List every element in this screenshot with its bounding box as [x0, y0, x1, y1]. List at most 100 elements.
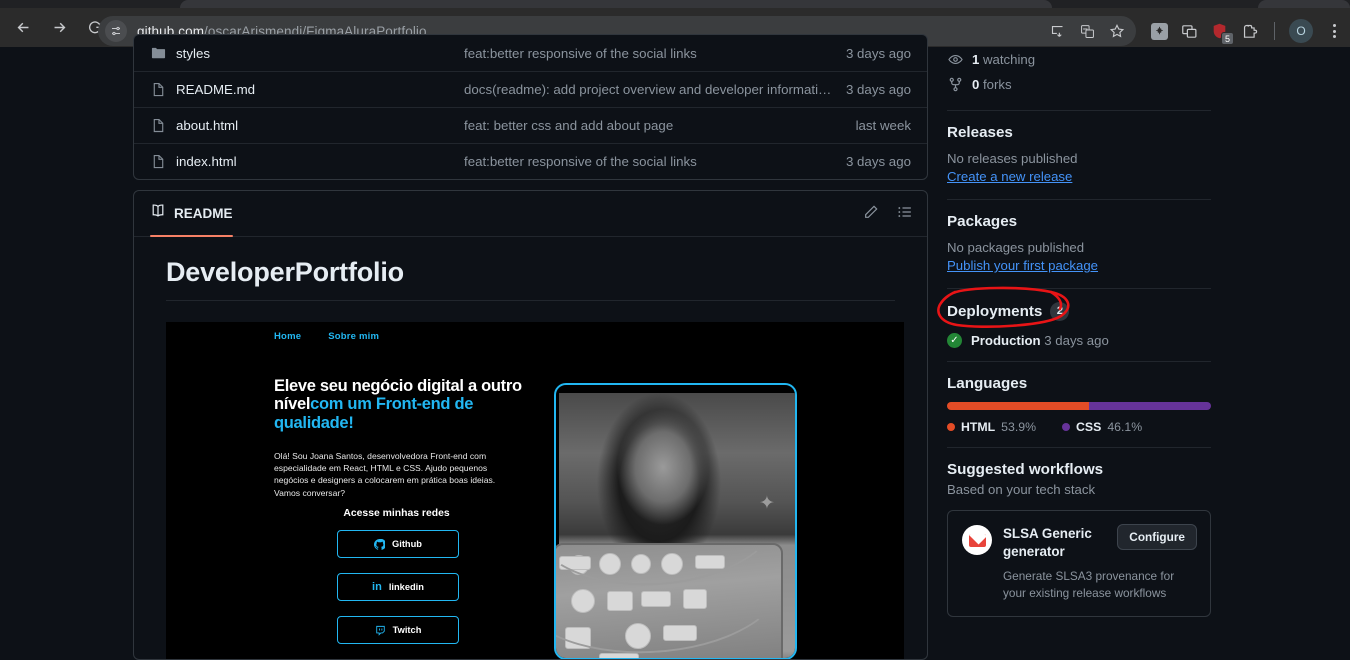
bookmark-star-icon[interactable]: [1104, 18, 1130, 44]
releases-section: Releases No releases published Create a …: [947, 124, 1211, 186]
check-circle-icon: ✓: [947, 333, 962, 348]
hero-nav: Home Sobre mim: [274, 331, 379, 342]
three-dots-menu-icon[interactable]: [1321, 18, 1347, 44]
page-content: styles feat:better responsive of the soc…: [0, 34, 1350, 660]
divider: [947, 110, 1211, 111]
deployments-heading: Deployments: [947, 303, 1043, 320]
configure-button[interactable]: Configure: [1117, 524, 1197, 550]
deployments-section: Deployments 2 ✓ Production 3 days ago: [937, 286, 1211, 348]
page-title: DeveloperPortfolio: [166, 257, 895, 301]
back-arrow-icon[interactable]: [8, 13, 38, 43]
workflows-section: Suggested workflows Based on your tech s…: [947, 461, 1211, 618]
readme-hero-image: Home Sobre mim Eleve seu negócio digital…: [166, 322, 904, 659]
commit-message[interactable]: docs(readme): add project overview and d…: [464, 82, 846, 97]
slsa-envelope-icon: [962, 525, 992, 555]
divider: [947, 447, 1211, 448]
commit-message[interactable]: feat: better css and add about page: [464, 118, 856, 133]
table-row[interactable]: README.md docs(readme): add project over…: [134, 71, 927, 107]
tab-strip: [0, 0, 1350, 8]
site-settings-icon[interactable]: [105, 20, 127, 42]
file-icon: [150, 154, 166, 170]
hero-photo-frame: ✦: [554, 383, 797, 659]
divider: [947, 288, 1211, 289]
language-percent-css: 46.1%: [1107, 420, 1143, 434]
linkedin-in-icon: in: [372, 581, 382, 593]
hero-social-github[interactable]: Github: [337, 530, 459, 558]
hero-heading-accent1: com um: [310, 395, 372, 414]
extension-tab-icon[interactable]: [1178, 20, 1200, 42]
language-bar: [947, 402, 1211, 410]
watchers-count: 1: [972, 52, 980, 67]
packages-section: Packages No packages published Publish y…: [947, 213, 1211, 275]
install-app-icon[interactable]: [1044, 18, 1070, 44]
hero-nav-item-about[interactable]: Sobre mim: [328, 331, 379, 342]
packages-heading: Packages: [947, 213, 1018, 230]
background-tab[interactable]: [1258, 0, 1350, 8]
language-bar-segment-css: [1089, 402, 1211, 410]
file-name[interactable]: index.html: [176, 154, 464, 169]
ublock-shield-icon[interactable]: 5: [1208, 20, 1234, 45]
forward-arrow-icon[interactable]: [44, 13, 74, 43]
workflows-heading: Suggested workflows: [947, 461, 1104, 478]
commit-time: 3 days ago: [845, 45, 911, 61]
omnibox-actions: [1044, 16, 1130, 46]
publish-package-link[interactable]: Publish your first package: [947, 258, 1098, 273]
language-item-html[interactable]: HTML 53.9%: [947, 420, 1036, 434]
language-name-html: HTML: [961, 420, 996, 434]
forks-stat[interactable]: 0 forks: [947, 72, 1211, 97]
file-name[interactable]: README.md: [176, 82, 464, 97]
tab-readme[interactable]: README: [150, 191, 233, 237]
table-row[interactable]: styles feat:better responsive of the soc…: [134, 35, 927, 71]
pencil-edit-icon[interactable]: [863, 204, 879, 225]
hero-social-twitch[interactable]: Twitch: [337, 616, 459, 644]
divider: [947, 361, 1211, 362]
avatar[interactable]: O: [1289, 19, 1313, 43]
twitch-glitch-icon: [375, 625, 386, 636]
watchers-label: watching: [983, 52, 1036, 67]
commit-message[interactable]: feat:better responsive of the social lin…: [464, 154, 846, 169]
deployment-time: 3 days ago: [1044, 333, 1109, 348]
readme-actions: [863, 191, 913, 237]
divider: [947, 199, 1211, 200]
file-name[interactable]: styles: [176, 46, 464, 61]
language-item-css[interactable]: CSS 46.1%: [1062, 420, 1142, 434]
workflow-title: SLSA Generic generator: [1003, 526, 1092, 560]
language-name-css: CSS: [1076, 420, 1102, 434]
list-outline-icon[interactable]: [897, 204, 913, 225]
language-dot-html: [947, 423, 955, 431]
commit-time: 3 days ago: [845, 82, 911, 97]
commit-message[interactable]: feat:better responsive of the social lin…: [464, 46, 846, 61]
packages-empty-text: No packages published: [947, 240, 1085, 255]
hero-social-twitch-label: Twitch: [392, 625, 422, 635]
create-release-link[interactable]: Create a new release: [947, 169, 1072, 184]
extension-puzzle-box-icon[interactable]: [1148, 20, 1170, 42]
forks-count: 0: [972, 77, 980, 92]
sparkle-icon: ✦: [759, 493, 775, 514]
extensions-area: 5 O: [1148, 16, 1347, 46]
translate-icon[interactable]: [1074, 18, 1100, 44]
folder-icon: [150, 45, 166, 61]
hero-heading-line1: Eleve seu negócio digital: [274, 377, 464, 395]
hero-paragraph: Olá! Sou Joana Santos, desenvolvedora Fr…: [274, 451, 496, 498]
hero-social-linkedin-label: linkedin: [388, 582, 424, 592]
toolbar-divider: [1274, 22, 1275, 40]
github-mark-icon: [374, 538, 386, 550]
active-tab[interactable]: [180, 0, 1052, 8]
hero-social-linkedin[interactable]: in linkedin: [337, 573, 459, 601]
deployments-header[interactable]: Deployments 2: [937, 286, 1211, 329]
file-name[interactable]: about.html: [176, 118, 464, 133]
language-dot-css: [1062, 423, 1071, 431]
workflows-subheading: Based on your tech stack: [947, 482, 1096, 497]
readme-header: README: [134, 191, 927, 237]
readme-card: README DeveloperPortfolio Home Sobre mim: [133, 190, 928, 660]
deployment-environment: Production: [971, 333, 1041, 348]
extensions-puzzle-icon[interactable]: [1238, 20, 1260, 42]
repo-sidebar: 1 watching 0 forks Releases No releases …: [937, 47, 1211, 618]
commit-time: 3 days ago: [845, 154, 911, 169]
hero-nav-item-home[interactable]: Home: [274, 331, 301, 342]
table-row[interactable]: about.html feat: better css and add abou…: [134, 107, 927, 143]
table-row[interactable]: index.html feat:better responsive of the…: [134, 143, 927, 179]
deployment-environment-row[interactable]: ✓ Production 3 days ago: [947, 333, 1211, 348]
watchers-stat[interactable]: 1 watching: [947, 47, 1211, 72]
languages-section: Languages HTML 53.9% CSS 46.1%: [947, 375, 1211, 434]
